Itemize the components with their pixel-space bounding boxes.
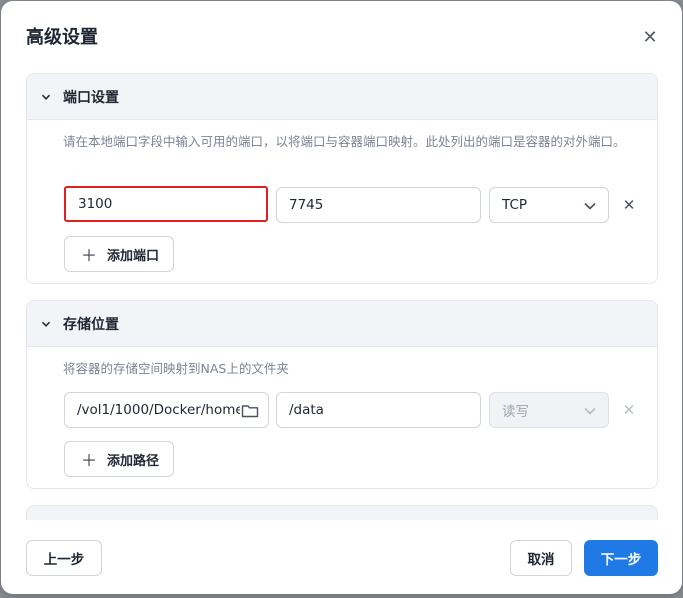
add-path-label: 添加路径 xyxy=(107,453,160,469)
chevron-down-icon xyxy=(584,202,596,210)
next-section xyxy=(26,505,658,520)
previous-step-button[interactable]: 上一步 xyxy=(26,540,102,576)
port-settings-title: 端口设置 xyxy=(63,89,119,106)
mode-select[interactable]: 读写 xyxy=(489,392,609,428)
add-port-label: 添加端口 xyxy=(107,248,160,264)
container-path-input[interactable]: /data xyxy=(276,392,481,428)
storage-description: 将容器的存储空间映射到NAS上的文件夹 xyxy=(63,361,289,376)
storage-header[interactable]: 存储位置 xyxy=(27,301,657,347)
host-path-input[interactable]: /vol1/1000/Docker/home xyxy=(64,392,269,428)
port-settings-header[interactable]: 端口设置 xyxy=(27,74,657,120)
container-port-input[interactable]: 7745 xyxy=(276,187,481,223)
plus-icon: ＋ xyxy=(81,451,98,470)
port-settings-description: 请在本地端口字段中输入可用的端口，以将端口与容器端口映射。此处列出的端口是容器的… xyxy=(63,134,626,149)
cancel-button[interactable]: 取消 xyxy=(510,540,572,576)
advanced-settings-dialog: 高级设置 ✕ 端口设置 请在本地端口字段中输入可用的端口，以将端口与容器端口映射… xyxy=(1,1,682,594)
host-path-value: /vol1/1000/Docker/home xyxy=(77,402,244,418)
chevron-down-icon xyxy=(39,317,53,331)
local-port-input[interactable]: 3100 xyxy=(64,186,268,222)
port-settings-section: 端口设置 请在本地端口字段中输入可用的端口，以将端口与容器端口映射。此处列出的端… xyxy=(26,73,658,284)
protocol-value: TCP xyxy=(502,197,528,213)
add-path-button[interactable]: ＋ 添加路径 xyxy=(64,441,175,477)
remove-path-icon[interactable]: ✕ xyxy=(620,401,638,419)
chevron-down-icon xyxy=(584,407,596,415)
storage-section: 存储位置 将容器的存储空间映射到NAS上的文件夹 /vol1/1000/Dock… xyxy=(26,300,658,489)
dialog-content[interactable]: 端口设置 请在本地端口字段中输入可用的端口，以将端口与容器端口映射。此处列出的端… xyxy=(1,71,682,520)
storage-title: 存储位置 xyxy=(63,316,119,333)
chevron-down-icon xyxy=(39,90,53,104)
mode-value: 读写 xyxy=(502,404,529,420)
next-step-button[interactable]: 下一步 xyxy=(584,540,658,576)
close-icon[interactable]: ✕ xyxy=(638,25,662,49)
plus-icon: ＋ xyxy=(81,246,98,265)
dialog-title: 高级设置 xyxy=(26,27,98,48)
protocol-select[interactable]: TCP xyxy=(489,187,609,223)
add-port-button[interactable]: ＋ 添加端口 xyxy=(64,236,175,272)
remove-port-icon[interactable]: ✕ xyxy=(620,196,638,214)
folder-icon[interactable] xyxy=(240,401,260,421)
